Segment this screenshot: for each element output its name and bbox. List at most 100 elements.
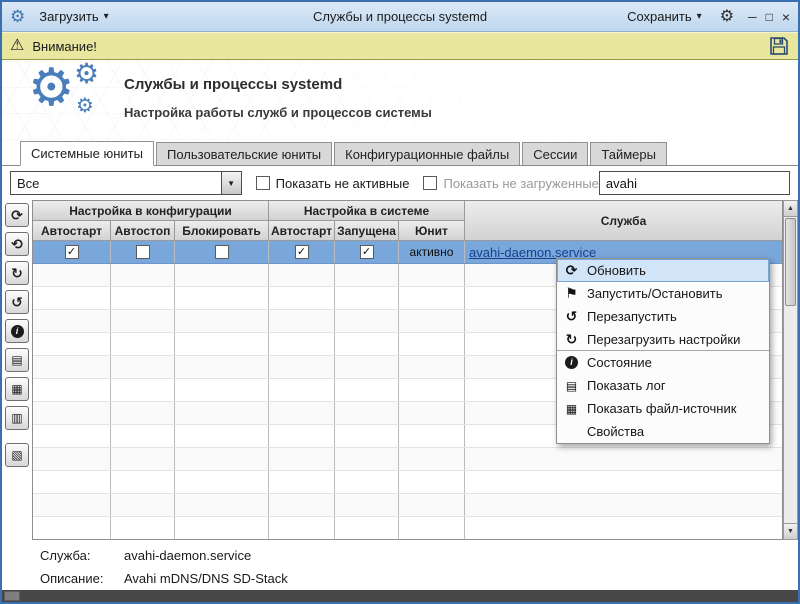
tab-bar: Системные юниты Пользовательские юниты К… [2,140,798,166]
menu-item-label: Показать файл-источник [587,401,736,416]
column-header-service[interactable]: Служба [465,201,782,241]
warning-bar: ⚠ Внимание! [2,32,798,60]
chevron-down-icon: ▾ [697,11,702,22]
toolbar-log-button[interactable]: ▤ [5,348,29,372]
vertical-scrollbar[interactable]: ▲ ▼ [783,200,798,540]
menu-item-label: Запустить/Остановить [587,286,722,301]
block-checkbox[interactable] [215,245,229,259]
menu-item-show-log[interactable]: ▤ Показать лог [557,374,769,397]
autostop-checkbox[interactable] [136,245,150,259]
menu-item-properties[interactable]: Свойства [557,420,769,443]
unit-filter-input[interactable] [599,171,790,195]
chevron-down-icon: ▾ [104,11,109,22]
cell: ✓ [33,241,111,263]
warning-text: Внимание! [32,39,97,54]
autostart-config-checkbox[interactable]: ✓ [65,245,79,259]
info-icon: i [11,325,24,338]
tab-label: Системные юниты [31,146,143,161]
save-file-icon[interactable] [768,35,790,57]
scroll-stub[interactable] [4,591,20,601]
show-inactive-checkbox[interactable] [256,176,270,190]
toolbar-undo-button[interactable]: ⟲ [5,232,29,256]
service-value: avahi-daemon.service [124,548,251,563]
menu-item-label: Обновить [587,263,646,278]
window-controls: ─ □ × [748,10,790,24]
journal-icon: ▥ [11,411,22,425]
menu-item-restart[interactable]: ↺ Перезапустить [557,305,769,328]
column-header-running[interactable]: Запущена [335,221,399,241]
titlebar-right: Сохранить ▾ ⚙ ─ □ × [619,6,790,27]
column-header-block[interactable]: Блокировать [175,221,269,241]
log-icon: ▤ [11,353,22,367]
menu-item-reload-settings[interactable]: ↻ Перезагрузить настройки [557,328,769,351]
toolbar-restart-button[interactable]: ↺ [5,290,29,314]
show-unloaded-checkbox[interactable] [423,176,437,190]
menu-item-show-source[interactable]: ▦ Показать файл-источник [557,397,769,420]
unit-state: активно [410,245,454,259]
toolbar-status-button[interactable]: i [5,319,29,343]
toolbar-list-button[interactable]: ▧ [5,443,29,467]
cell [175,241,269,263]
settings-gear-icon[interactable]: ⚙ [720,9,734,25]
titlebar: ⚙ Загрузить ▾ Службы и процессы systemd … [2,2,798,32]
table-row [33,494,782,517]
scope-select-value: Все [11,172,221,194]
menu-item-start-stop[interactable]: ⚑ Запустить/Остановить [557,282,769,305]
context-menu: ⟳ Обновить ⚑ Запустить/Остановить ↺ Пере… [556,258,770,444]
scroll-up-button[interactable]: ▲ [784,201,797,217]
reload-icon: ↻ [11,265,23,282]
scroll-thumb[interactable] [785,218,796,306]
tab-config-files[interactable]: Конфигурационные файлы [334,142,520,165]
source-file-icon: ▦ [563,402,580,416]
menu-item-status[interactable]: i Состояние [557,351,769,374]
source-file-icon: ▦ [11,382,22,396]
minimize-button[interactable]: ─ [748,11,757,23]
toolbar-refresh-button[interactable]: ⟳ [5,203,29,227]
column-header-autostart-config[interactable]: Автостарт [33,221,111,241]
description-value: Avahi mDNS/DNS SD-Stack [124,571,288,586]
horizontal-scrollbar[interactable] [2,590,798,602]
group-header-config: Настройка в конфигурации [33,201,269,221]
menu-item-label: Свойства [587,424,644,439]
save-menu-button[interactable]: Сохранить ▾ [619,6,710,27]
refresh-icon: ⟳ [563,262,580,279]
info-icon: i [565,356,578,369]
app-window: ⚙ Загрузить ▾ Службы и процессы systemd … [0,0,800,604]
page-title: Службы и процессы systemd [124,76,432,93]
table-row [33,448,782,471]
tab-timers[interactable]: Таймеры [590,142,667,165]
tab-label: Пользовательские юниты [167,147,321,162]
menu-item-refresh[interactable]: ⟳ Обновить [557,259,769,282]
toolbar-source-button[interactable]: ▦ [5,377,29,401]
app-icon: ⚙ [10,8,25,25]
toolbar-reload-button[interactable]: ↻ [5,261,29,285]
group-header-system: Настройка в системе [269,201,465,221]
description-label: Описание: [40,571,124,586]
tab-sessions[interactable]: Сессии [522,142,588,165]
column-header-unit[interactable]: Юнит [399,221,465,241]
show-inactive-group: Показать не активные [256,176,410,191]
close-button[interactable]: × [782,10,790,24]
undo-icon: ⟲ [11,236,23,253]
running-checkbox[interactable]: ✓ [360,245,374,259]
cell [111,241,175,263]
gear-icon: ⚙ [74,60,99,88]
maximize-button[interactable]: □ [766,11,773,23]
refresh-icon: ⟳ [11,207,23,224]
toolbar-journal-button[interactable]: ▥ [5,406,29,430]
autostart-system-checkbox[interactable]: ✓ [295,245,309,259]
table-header: Настройка в конфигурации Настройка в сис… [33,201,782,241]
load-menu-button[interactable]: Загрузить ▾ [31,6,116,27]
page-subtitle: Настройка работы служб и процессов систе… [124,105,432,120]
show-unloaded-label: Показать не загруженные [443,176,598,191]
tab-user-units[interactable]: Пользовательские юниты [156,142,332,165]
reload-settings-icon: ↻ [563,331,580,348]
scope-select[interactable]: Все ▼ [10,171,242,195]
scroll-down-button[interactable]: ▼ [784,523,797,539]
tab-system-units[interactable]: Системные юниты [20,141,154,166]
service-label: Служба: [40,548,124,563]
column-header-autostart-system[interactable]: Автостарт [269,221,335,241]
show-inactive-label: Показать не активные [276,176,410,191]
column-header-autostop[interactable]: Автостоп [111,221,175,241]
start-stop-flag-icon: ⚑ [563,285,580,302]
